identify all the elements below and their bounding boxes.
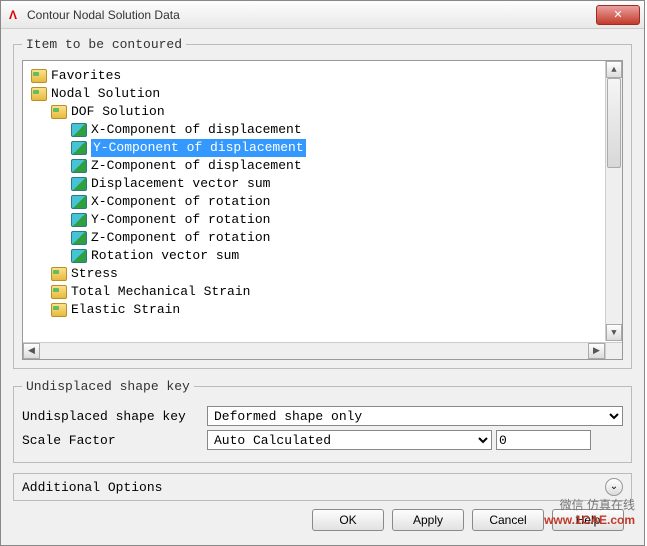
close-button[interactable]: ✕ (596, 5, 640, 25)
folder-icon (51, 105, 67, 119)
scale-factor-input[interactable] (496, 430, 591, 450)
cancel-button[interactable]: Cancel (472, 509, 544, 531)
scroll-thumb[interactable] (607, 78, 621, 168)
scale-factor-select[interactable]: Auto Calculated (207, 430, 492, 450)
folder-icon (31, 69, 47, 83)
cube-icon (71, 195, 87, 209)
tree-item[interactable]: Favorites (27, 67, 618, 85)
vertical-scrollbar[interactable]: ▲ ▼ (605, 61, 622, 341)
group-item-to-contour: Item to be contoured FavoritesNodal Solu… (13, 37, 632, 369)
tree-item[interactable]: Elastic Strain (27, 301, 618, 319)
shape-key-label: Undisplaced shape key (22, 409, 207, 424)
app-icon: Λ (5, 7, 21, 23)
help-button[interactable]: Help (552, 509, 624, 531)
tree-item[interactable]: Total Mechanical Strain (27, 283, 618, 301)
tree-item[interactable]: Y-Component of rotation (27, 211, 618, 229)
tree-item-label: X-Component of displacement (91, 121, 302, 139)
form-row-scale-factor: Scale Factor Auto Calculated (22, 430, 623, 450)
scroll-left-button[interactable]: ◀ (23, 343, 40, 359)
tree-item-label: Z-Component of rotation (91, 229, 270, 247)
scroll-down-button[interactable]: ▼ (606, 324, 622, 341)
cube-icon (71, 123, 87, 137)
scroll-right-button[interactable]: ▶ (588, 343, 605, 359)
cube-icon (71, 213, 87, 227)
additional-options-expander[interactable]: Additional Options ⌄ (13, 473, 632, 501)
additional-options-label: Additional Options (22, 480, 605, 495)
tree-item[interactable]: Stress (27, 265, 618, 283)
form-row-shape-key: Undisplaced shape key Deformed shape onl… (22, 406, 623, 426)
folder-icon (51, 285, 67, 299)
cube-icon (71, 141, 87, 155)
folder-icon (51, 267, 67, 281)
tree-item[interactable]: X-Component of displacement (27, 121, 618, 139)
cube-icon (71, 231, 87, 245)
tree-item-label: Total Mechanical Strain (71, 283, 250, 301)
chevron-down-icon[interactable]: ⌄ (605, 478, 623, 496)
scale-factor-label: Scale Factor (22, 433, 207, 448)
tree-item-label: Displacement vector sum (91, 175, 270, 193)
shape-key-select[interactable]: Deformed shape only (207, 406, 623, 426)
scroll-up-button[interactable]: ▲ (606, 61, 622, 78)
horizontal-scrollbar[interactable]: ◀ ▶ (23, 342, 605, 359)
folder-icon (31, 87, 47, 101)
tree-item[interactable]: Nodal Solution (27, 85, 618, 103)
tree-item-label: Stress (71, 265, 118, 283)
dialog-body: Item to be contoured FavoritesNodal Solu… (1, 29, 644, 545)
tree-item-label: Z-Component of displacement (91, 157, 302, 175)
tree-item-label: DOF Solution (71, 103, 165, 121)
folder-icon (51, 303, 67, 317)
scroll-corner (605, 342, 622, 359)
tree-item[interactable]: Z-Component of rotation (27, 229, 618, 247)
tree-container: FavoritesNodal SolutionDOF SolutionX-Com… (22, 60, 623, 360)
titlebar: Λ Contour Nodal Solution Data ✕ (1, 1, 644, 29)
dialog-window: Λ Contour Nodal Solution Data ✕ Item to … (0, 0, 645, 546)
tree-item[interactable]: Z-Component of displacement (27, 157, 618, 175)
cube-icon (71, 249, 87, 263)
tree-item-label: Rotation vector sum (91, 247, 239, 265)
group-legend: Undisplaced shape key (22, 379, 194, 394)
window-title: Contour Nodal Solution Data (27, 8, 596, 22)
tree-item-label: Favorites (51, 67, 121, 85)
tree-item[interactable]: DOF Solution (27, 103, 618, 121)
ok-button[interactable]: OK (312, 509, 384, 531)
tree-item[interactable]: Rotation vector sum (27, 247, 618, 265)
cube-icon (71, 159, 87, 173)
tree-item-label: Y-Component of displacement (91, 139, 306, 157)
group-legend: Item to be contoured (22, 37, 186, 52)
tree[interactable]: FavoritesNodal SolutionDOF SolutionX-Com… (23, 61, 622, 341)
tree-item-label: Y-Component of rotation (91, 211, 270, 229)
tree-item[interactable]: Displacement vector sum (27, 175, 618, 193)
group-undisplaced-shape: Undisplaced shape key Undisplaced shape … (13, 379, 632, 463)
tree-item[interactable]: Y-Component of displacement (27, 139, 618, 157)
tree-item-label: Nodal Solution (51, 85, 160, 103)
cube-icon (71, 177, 87, 191)
apply-button[interactable]: Apply (392, 509, 464, 531)
tree-item-label: Elastic Strain (71, 301, 180, 319)
tree-item-label: X-Component of rotation (91, 193, 270, 211)
tree-item[interactable]: X-Component of rotation (27, 193, 618, 211)
